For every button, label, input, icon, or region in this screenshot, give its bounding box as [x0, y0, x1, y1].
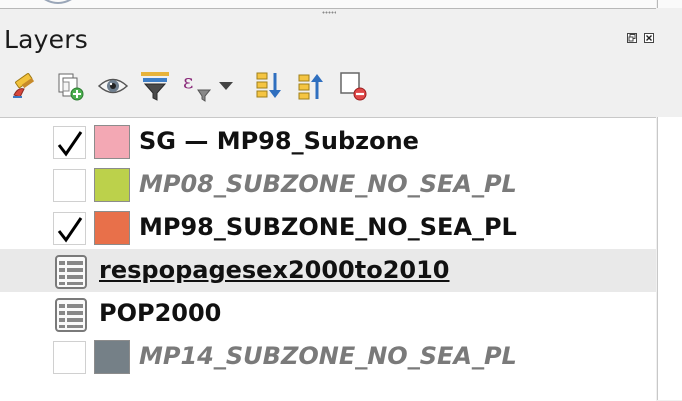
- remove-layer-button[interactable]: [336, 68, 370, 104]
- layer-name: MP98_SUBZONE_NO_SEA_PL: [139, 213, 517, 241]
- filter-expression-icon: ε: [183, 70, 212, 102]
- panel-title: Layers: [4, 25, 88, 54]
- remove-layer-icon: [340, 72, 367, 101]
- close-panel-icon[interactable]: [644, 33, 654, 43]
- layer-row[interactable]: MP98_SUBZONE_NO_SEA_PL: [0, 206, 656, 249]
- layer-name: MP14_SUBZONE_NO_SEA_PL: [139, 342, 517, 370]
- dock-splitter-grip[interactable]: [322, 11, 336, 14]
- upper-panel-scrollbar[interactable]: [657, 0, 682, 8]
- add-group-icon: [58, 73, 84, 101]
- layers-toolbar: ε: [0, 64, 682, 108]
- collapse-all-button[interactable]: [294, 68, 328, 104]
- filter-expression-dropdown[interactable]: [214, 68, 238, 104]
- layer-symbol-swatch: [94, 211, 130, 245]
- manage-visibility-icon: [97, 78, 129, 94]
- expand-all-button[interactable]: [252, 68, 286, 104]
- layer-symbol-swatch: [94, 168, 130, 202]
- style-brush-icon: [13, 73, 35, 98]
- layer-row[interactable]: POP2000: [0, 292, 656, 335]
- layer-name: respopagesex2000to2010: [99, 256, 450, 284]
- layer-visibility-checkbox[interactable]: [53, 126, 86, 159]
- checkmark-icon: [57, 217, 83, 243]
- upper-panel-frame: [0, 0, 656, 9]
- layer-name: SG — MP98_Subzone: [139, 127, 419, 155]
- add-group-button[interactable]: [52, 68, 86, 104]
- expand-all-icon: [256, 72, 281, 98]
- layer-symbol-swatch: [94, 125, 130, 159]
- layer-visibility-checkbox[interactable]: [53, 341, 86, 374]
- filter-legend-icon: [141, 72, 169, 101]
- collapse-all-icon: [298, 74, 323, 100]
- style-manager-button[interactable]: [8, 68, 42, 104]
- table-layer-icon: [55, 255, 87, 289]
- layer-name: POP2000: [99, 299, 222, 327]
- svg-text:ε: ε: [183, 70, 193, 93]
- filter-expression-button[interactable]: ε: [180, 68, 214, 104]
- layer-row[interactable]: MP14_SUBZONE_NO_SEA_PL: [0, 335, 656, 378]
- filter-legend-button[interactable]: [138, 68, 172, 104]
- dropdown-arrow-icon: [219, 82, 233, 90]
- manage-visibility-button[interactable]: [96, 68, 130, 104]
- map-logo-icon: [44, 0, 72, 4]
- layer-name: MP08_SUBZONE_NO_SEA_PL: [139, 170, 517, 198]
- float-panel-icon[interactable]: [627, 33, 637, 43]
- layer-visibility-checkbox[interactable]: [53, 212, 86, 245]
- checkmark-icon: [57, 131, 83, 157]
- layer-tree-scrollbar[interactable]: [657, 117, 682, 400]
- layer-symbol-swatch: [94, 340, 130, 374]
- table-layer-icon: [55, 298, 87, 332]
- upper-panel-edge: [0, 0, 682, 18]
- layer-row[interactable]: SG — MP98_Subzone: [0, 120, 656, 163]
- layer-row[interactable]: MP08_SUBZONE_NO_SEA_PL: [0, 163, 656, 206]
- layer-tree[interactable]: SG — MP98_Subzone MP08_SUBZONE_NO_SEA_PL…: [0, 117, 656, 401]
- layer-visibility-checkbox[interactable]: [53, 169, 86, 202]
- layer-row-selected[interactable]: respopagesex2000to2010: [0, 249, 656, 292]
